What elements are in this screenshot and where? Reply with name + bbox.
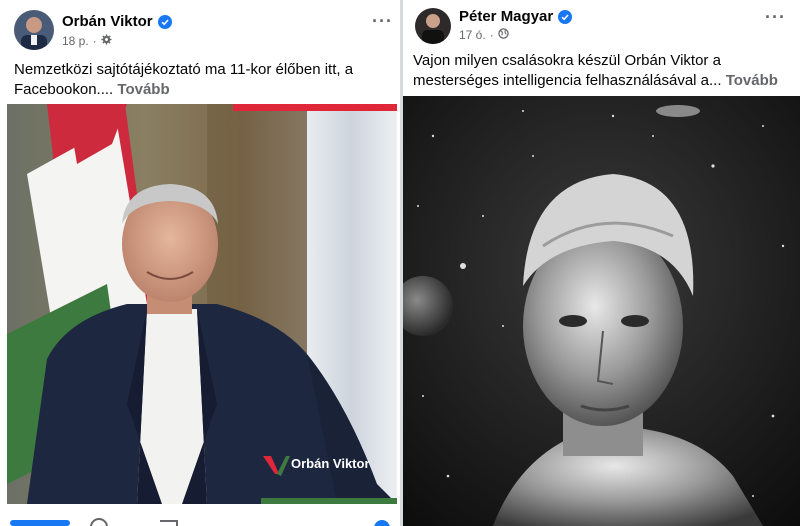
author-name[interactable]: Orbán Viktor [62, 13, 153, 30]
profile-icon[interactable] [374, 520, 390, 526]
reaction-bar [0, 508, 400, 526]
post-photo[interactable] [403, 96, 800, 526]
post-meta: 17 ó. · [459, 28, 509, 42]
author-name-row: Orbán Viktor [62, 13, 172, 30]
post-text: Nemzetközi sajtótájékoztató ma 11-kor él… [14, 61, 354, 98]
post-photo[interactable]: Orbán Viktor [7, 104, 397, 504]
verified-badge-icon [558, 9, 573, 24]
post-caption: Vajon milyen csalásokra készül Orbán Vik… [413, 51, 798, 91]
gear-icon [101, 34, 112, 48]
like-icon[interactable] [10, 520, 70, 526]
post-text: Vajon milyen csalásokra készül Orbán Vik… [413, 52, 722, 89]
more-options-icon[interactable]: ··· [372, 12, 393, 30]
post-magyar: Péter Magyar 17 ó. · ··· Vajon milyen cs… [403, 0, 800, 526]
post-meta: 18 p. · [62, 34, 112, 48]
author-name-row: Péter Magyar [459, 8, 573, 25]
author-name[interactable]: Péter Magyar [459, 8, 553, 25]
author-avatar[interactable] [14, 10, 54, 50]
post-time[interactable]: 17 ó. [459, 28, 486, 42]
post-caption: Nemzetközi sajtótájékoztató ma 11-kor él… [14, 60, 389, 100]
share-icon[interactable] [160, 520, 178, 526]
watermark-text: Orbán Viktor [291, 456, 370, 471]
separator-dot: · [92, 34, 97, 48]
post-time[interactable]: 18 p. [62, 34, 89, 48]
post-orban: Orbán Viktor 18 p. · ··· Nemzetközi sajt… [0, 0, 400, 526]
globe-icon [497, 28, 509, 42]
verified-badge-icon [157, 14, 172, 29]
comment-icon[interactable] [90, 518, 108, 526]
see-more-link[interactable]: Tovább [726, 72, 778, 89]
author-avatar[interactable] [415, 8, 451, 44]
see-more-link[interactable]: Tovább [117, 81, 169, 98]
more-options-icon[interactable]: ··· [765, 8, 786, 26]
separator-dot: · [489, 28, 494, 42]
